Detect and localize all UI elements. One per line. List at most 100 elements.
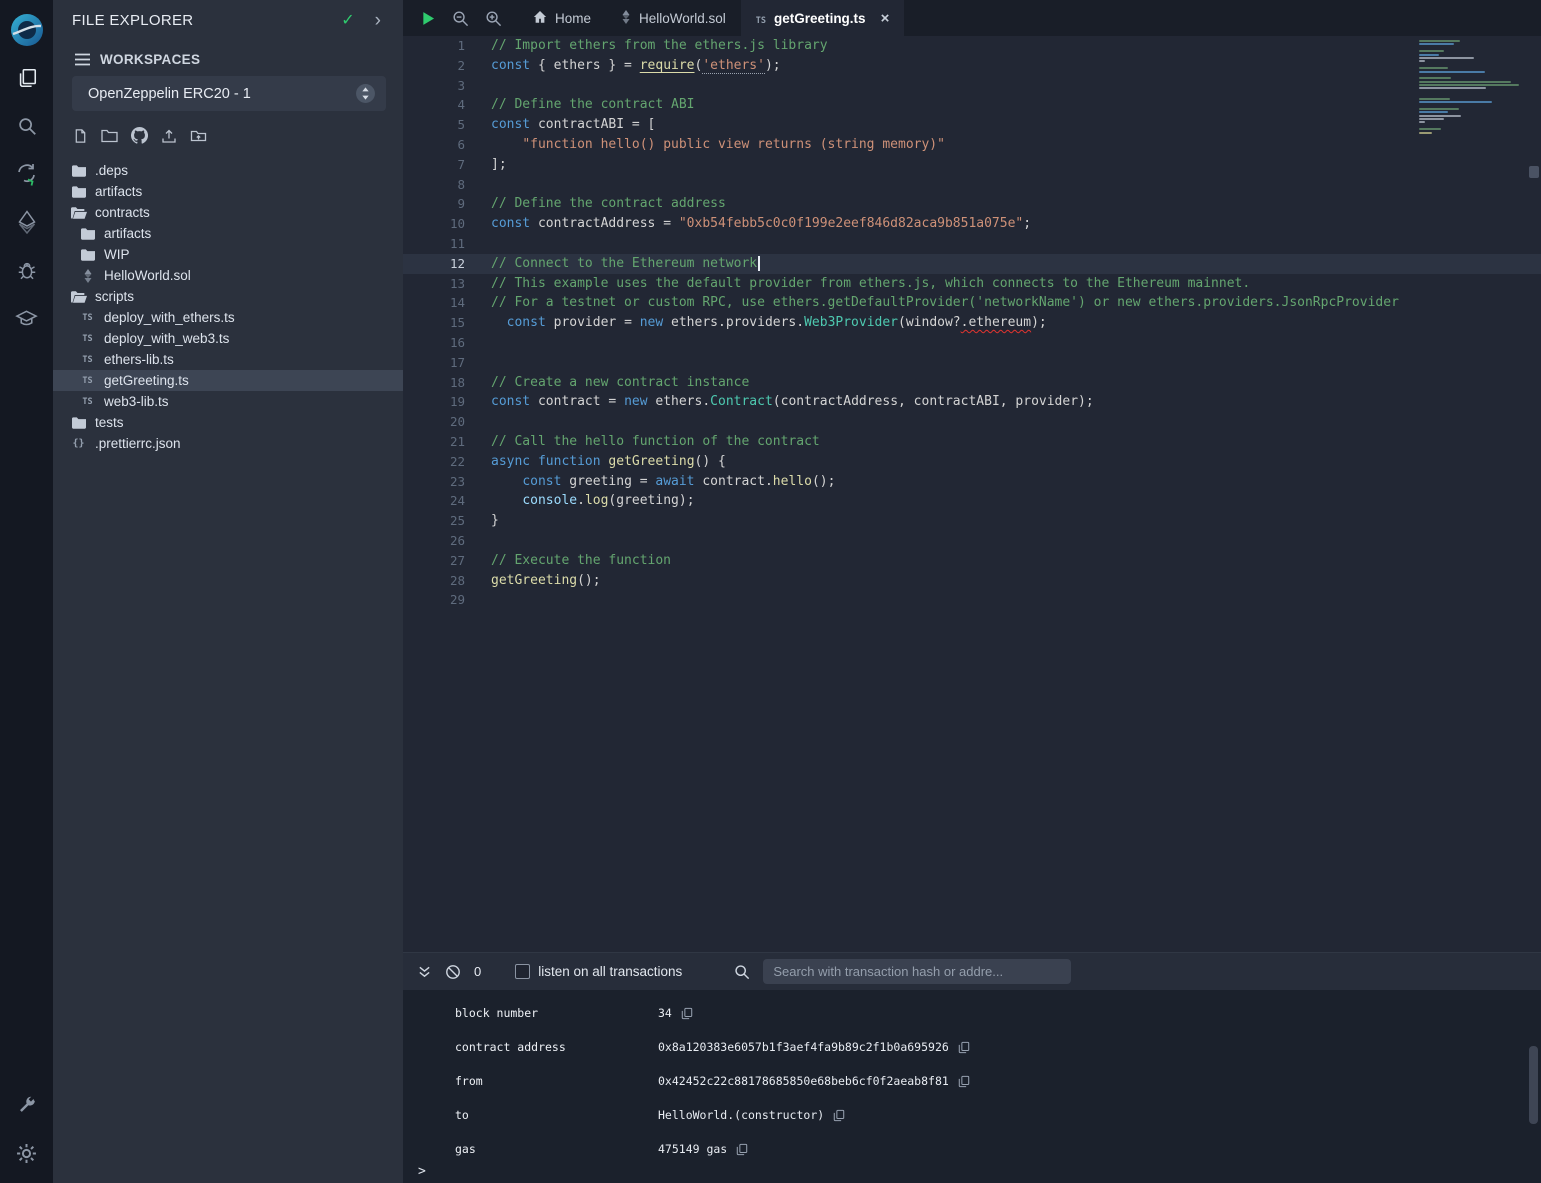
terminal-search-input[interactable] xyxy=(763,959,1071,984)
file-tree-item-deploy-with-web3-ts[interactable]: TSdeploy_with_web3.ts xyxy=(53,328,403,349)
code-line-23[interactable]: 23 const greeting = await contract.hello… xyxy=(403,472,1541,492)
file-tree-item-prettierrc-json[interactable]: {}.prettierrc.json xyxy=(53,433,403,454)
terminal-scrollbar[interactable] xyxy=(1529,1046,1538,1124)
code-line-27[interactable]: 27// Execute the function xyxy=(403,551,1541,571)
code-line-11[interactable]: 11 xyxy=(403,234,1541,254)
code-line-20[interactable]: 20 xyxy=(403,412,1541,432)
code-line-14[interactable]: 14// For a testnet or custom RPC, use et… xyxy=(403,293,1541,313)
load-folder-icon[interactable] xyxy=(190,128,207,144)
file-tree-item-scripts[interactable]: scripts xyxy=(53,286,403,307)
search-icon[interactable] xyxy=(0,102,53,150)
github-icon[interactable] xyxy=(131,127,148,144)
code-line-1[interactable]: 1// Import ethers from the ethers.js lib… xyxy=(403,36,1541,56)
tabs: HomeHelloWorld.solTSgetGreeting.ts× xyxy=(518,0,904,36)
code-line-15[interactable]: 15 const provider = new ethers.providers… xyxy=(403,313,1541,333)
zoom-in-button[interactable] xyxy=(485,10,502,27)
code-line-29[interactable]: 29 xyxy=(403,590,1541,610)
tab-close-button[interactable]: × xyxy=(881,11,890,26)
accept-check-icon[interactable]: ✓ xyxy=(341,10,354,30)
code-line-9[interactable]: 9// Define the contract address xyxy=(403,194,1541,214)
code-line-8[interactable]: 8 xyxy=(403,175,1541,195)
minimap[interactable] xyxy=(1419,40,1523,137)
line-number: 7 xyxy=(403,155,465,175)
workspace-dropdown[interactable]: OpenZeppelin ERC20 - 1 xyxy=(72,76,386,111)
copy-icon[interactable] xyxy=(681,1007,693,1020)
run-script-button[interactable] xyxy=(421,11,436,26)
terminal-clear-button[interactable] xyxy=(445,964,461,980)
debugger-icon[interactable] xyxy=(0,246,53,294)
code-line-3[interactable]: 3 xyxy=(403,76,1541,96)
code-line-26[interactable]: 26 xyxy=(403,531,1541,551)
zoom-out-button[interactable] xyxy=(452,10,469,27)
code-line-7[interactable]: 7]; xyxy=(403,155,1541,175)
detail-value: 34 xyxy=(658,1006,672,1020)
file-tree-item-wip[interactable]: WIP xyxy=(53,244,403,265)
code-line-4[interactable]: 4// Define the contract ABI xyxy=(403,95,1541,115)
code-line-2[interactable]: 2const { ethers } = require('ethers'); xyxy=(403,56,1541,76)
code-line-28[interactable]: 28getGreeting(); xyxy=(403,571,1541,591)
detail-label-contract-address: contract address xyxy=(455,1040,658,1054)
copy-icon[interactable] xyxy=(833,1109,845,1122)
learneth-icon[interactable] xyxy=(0,294,53,342)
file-tree-item-deploy-with-ethers-ts[interactable]: TSdeploy_with_ethers.ts xyxy=(53,307,403,328)
file-tree-item-contracts[interactable]: contracts xyxy=(53,202,403,223)
code-text: // Define the contract address xyxy=(491,194,726,214)
code-line-21[interactable]: 21// Call the hello function of the cont… xyxy=(403,432,1541,452)
terminal-prompt[interactable]: > xyxy=(403,1159,1541,1183)
line-number: 11 xyxy=(403,234,465,254)
tab-getgreeting-ts[interactable]: TSgetGreeting.ts× xyxy=(741,0,905,36)
editor-scrollbar[interactable] xyxy=(1527,36,1541,952)
code-line-24[interactable]: 24 console.log(greeting); xyxy=(403,491,1541,511)
file-tree-item-getgreeting-ts[interactable]: TSgetGreeting.ts xyxy=(53,370,403,391)
file-label: tests xyxy=(95,415,124,430)
code-text: // Connect to the Ethereum network xyxy=(491,254,760,274)
code-line-12[interactable]: 12// Connect to the Ethereum network xyxy=(403,254,1541,274)
scrollbar-thumb[interactable] xyxy=(1529,166,1539,178)
code-line-6[interactable]: 6 "function hello() public view returns … xyxy=(403,135,1541,155)
code-line-13[interactable]: 13// This example uses the default provi… xyxy=(403,274,1541,294)
solidity-compiler-icon[interactable] xyxy=(0,150,53,198)
transaction-count-badge: 0 xyxy=(474,964,481,979)
terminal-output[interactable]: block number34contract address0x8a120383… xyxy=(403,990,1541,1159)
settings-gear-icon[interactable] xyxy=(0,1129,53,1177)
minimap-line xyxy=(1419,54,1439,56)
file-tree-item-ethers-lib-ts[interactable]: TSethers-lib.ts xyxy=(53,349,403,370)
line-number: 3 xyxy=(403,76,465,96)
listen-transactions-label[interactable]: listen on all transactions xyxy=(538,964,682,979)
copy-icon[interactable] xyxy=(958,1075,970,1088)
code-text: const contract = new ethers.Contract(con… xyxy=(491,392,1094,412)
listen-transactions-checkbox[interactable] xyxy=(515,964,530,979)
file-tree-item-web3-lib-ts[interactable]: TSweb3-lib.ts xyxy=(53,391,403,412)
tab-bar: HomeHelloWorld.solTSgetGreeting.ts× xyxy=(403,0,1541,36)
code-line-22[interactable]: 22async function getGreeting() { xyxy=(403,452,1541,472)
file-tree-item-helloworld-sol[interactable]: HelloWorld.sol xyxy=(53,265,403,286)
tab-home[interactable]: Home xyxy=(518,0,606,36)
code-line-19[interactable]: 19const contract = new ethers.Contract(c… xyxy=(403,392,1541,412)
chevron-right-icon[interactable]: › xyxy=(375,11,381,30)
file-tree-item-artifacts[interactable]: artifacts xyxy=(53,223,403,244)
deploy-run-icon[interactable] xyxy=(0,198,53,246)
file-explorer-icon[interactable] xyxy=(0,54,53,102)
code-line-16[interactable]: 16 xyxy=(403,333,1541,353)
terminal-collapse-button[interactable] xyxy=(417,965,432,979)
code-line-17[interactable]: 17 xyxy=(403,353,1541,373)
workspaces-menu-icon[interactable] xyxy=(75,53,90,66)
file-tree-item-artifacts[interactable]: artifacts xyxy=(53,181,403,202)
new-file-icon[interactable] xyxy=(73,128,88,144)
remix-logo-icon[interactable] xyxy=(0,6,53,54)
tab-helloworld-sol[interactable]: HelloWorld.sol xyxy=(606,0,741,36)
file-tree-item-tests[interactable]: tests xyxy=(53,412,403,433)
new-folder-icon[interactable] xyxy=(101,128,118,143)
code-editor[interactable]: 1// Import ethers from the ethers.js lib… xyxy=(403,36,1541,952)
code-line-18[interactable]: 18// Create a new contract instance xyxy=(403,373,1541,393)
copy-icon[interactable] xyxy=(736,1143,748,1156)
file-tree-item-deps[interactable]: .deps xyxy=(53,160,403,181)
minimap-line xyxy=(1419,111,1448,113)
code-line-10[interactable]: 10const contractAddress = "0xb54febb5c0c… xyxy=(403,214,1541,234)
code-text: getGreeting(); xyxy=(491,571,601,591)
code-line-5[interactable]: 5const contractABI = [ xyxy=(403,115,1541,135)
copy-icon[interactable] xyxy=(958,1041,970,1054)
code-line-25[interactable]: 25} xyxy=(403,511,1541,531)
plugin-wrench-icon[interactable] xyxy=(0,1081,53,1129)
upload-file-icon[interactable] xyxy=(161,128,177,144)
